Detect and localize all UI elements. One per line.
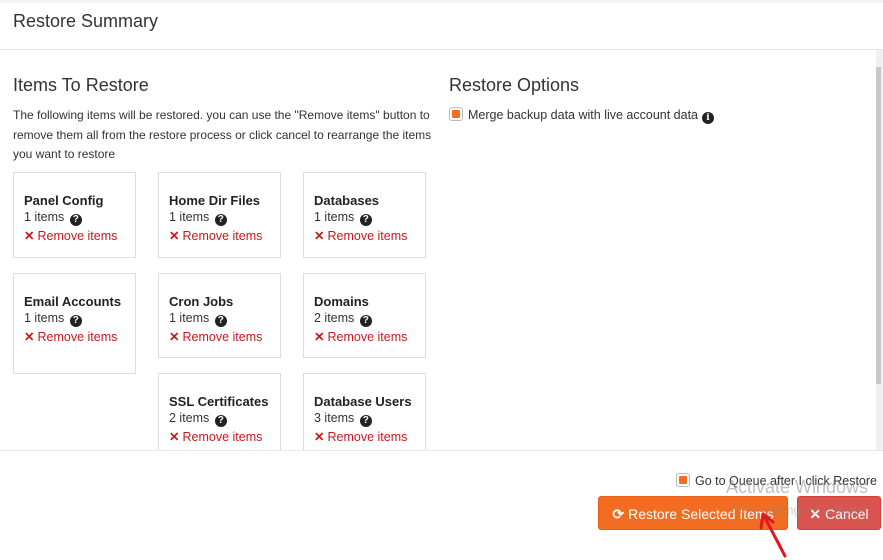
- help-icon[interactable]: ?: [69, 214, 82, 226]
- help-icon[interactable]: ?: [214, 415, 227, 427]
- item-count: 1 items: [169, 210, 210, 224]
- item-count: 2 items: [314, 311, 355, 325]
- remove-items-link[interactable]: ✕ Remove items: [169, 428, 270, 447]
- merge-checkbox[interactable]: [449, 107, 463, 121]
- item-card-database-users: Database Users 3 items ? ✕ Remove items: [303, 373, 426, 450]
- remove-items-link[interactable]: ✕ Remove items: [169, 227, 270, 246]
- x-icon: ✕: [169, 330, 180, 344]
- item-count: 3 items: [314, 411, 355, 425]
- x-icon: ✕: [314, 430, 325, 444]
- help-icon[interactable]: ?: [214, 315, 227, 327]
- remove-items-link[interactable]: ✕ Remove items: [314, 227, 415, 246]
- refresh-icon: ⟳: [612, 506, 625, 522]
- item-count: 1 items: [314, 210, 355, 224]
- item-card-domains: Domains 2 items ? ✕ Remove items: [303, 273, 426, 358]
- x-icon: ✕: [314, 229, 325, 243]
- modal-body: Items To Restore The following items wil…: [0, 50, 883, 450]
- queue-label: Go to Queue after I click Restore: [694, 474, 877, 488]
- x-icon: ✕: [169, 229, 180, 243]
- remove-items-link[interactable]: ✕ Remove items: [24, 227, 125, 246]
- help-icon[interactable]: ?: [214, 214, 227, 226]
- item-title: SSL Certificates: [169, 394, 269, 409]
- item-title: Panel Config: [24, 193, 104, 208]
- restore-selected-button[interactable]: ⟳ Restore Selected Items: [598, 496, 788, 530]
- item-count: 1 items: [169, 311, 210, 325]
- help-icon[interactable]: ?: [359, 315, 372, 327]
- queue-checkbox[interactable]: [675, 473, 690, 487]
- cancel-button[interactable]: ✕ Cancel: [797, 496, 881, 530]
- item-title: Databases: [314, 193, 380, 208]
- items-description: The following items will be restored. yo…: [13, 108, 432, 161]
- item-card-databases: Databases 1 items ? ✕ Remove items: [303, 172, 426, 258]
- merge-option[interactable]: Merge backup data with live account data…: [449, 107, 714, 124]
- item-count: 1 items: [24, 210, 65, 224]
- item-title: Database Users: [314, 394, 412, 409]
- x-icon: ✕: [169, 430, 180, 444]
- item-card-ssl-certificates: SSL Certificates 2 items ? ✕ Remove items: [158, 373, 281, 450]
- item-card-email-accounts: Email Accounts 1 items ? ✕ Remove items: [13, 273, 136, 374]
- help-icon[interactable]: ?: [359, 214, 372, 226]
- item-title: Email Accounts: [24, 294, 122, 309]
- x-icon: ✕: [24, 330, 35, 344]
- scrollbar-thumb[interactable]: [876, 67, 881, 384]
- remove-items-link[interactable]: ✕ Remove items: [169, 328, 270, 347]
- close-icon: ✕: [809, 506, 822, 522]
- modal-footer: Go to Queue after I click Restore ⟳ Resto…: [0, 450, 883, 560]
- item-card-cron-jobs: Cron Jobs 1 items ? ✕ Remove items: [158, 273, 281, 358]
- items-section-title: Items To Restore: [13, 75, 149, 95]
- item-title: Domains: [314, 294, 369, 309]
- x-icon: ✕: [314, 330, 325, 344]
- item-card-home-dir-files: Home Dir Files 1 items ? ✕ Remove items: [158, 172, 281, 258]
- modal-header: Restore Summary: [0, 3, 883, 50]
- info-icon[interactable]: i: [702, 112, 714, 124]
- remove-items-link[interactable]: ✕ Remove items: [314, 428, 415, 447]
- queue-option[interactable]: Go to Queue after I click Restore: [675, 473, 877, 488]
- item-count: 1 items: [24, 311, 65, 325]
- x-icon: ✕: [24, 229, 35, 243]
- merge-label: Merge backup data with live account data: [468, 108, 698, 122]
- modal-title: Restore Summary: [13, 11, 159, 31]
- item-title: Home Dir Files: [169, 193, 261, 208]
- options-section-title: Restore Options: [449, 75, 580, 95]
- help-icon[interactable]: ?: [359, 415, 372, 427]
- item-count: 2 items: [169, 411, 210, 425]
- help-icon[interactable]: ?: [69, 315, 82, 327]
- item-card-panel-config: Panel Config 1 items ? ✕ Remove items: [13, 172, 136, 258]
- remove-items-link[interactable]: ✕ Remove items: [314, 328, 415, 347]
- remove-items-link[interactable]: ✕ Remove items: [24, 328, 125, 347]
- item-title: Cron Jobs: [169, 294, 234, 309]
